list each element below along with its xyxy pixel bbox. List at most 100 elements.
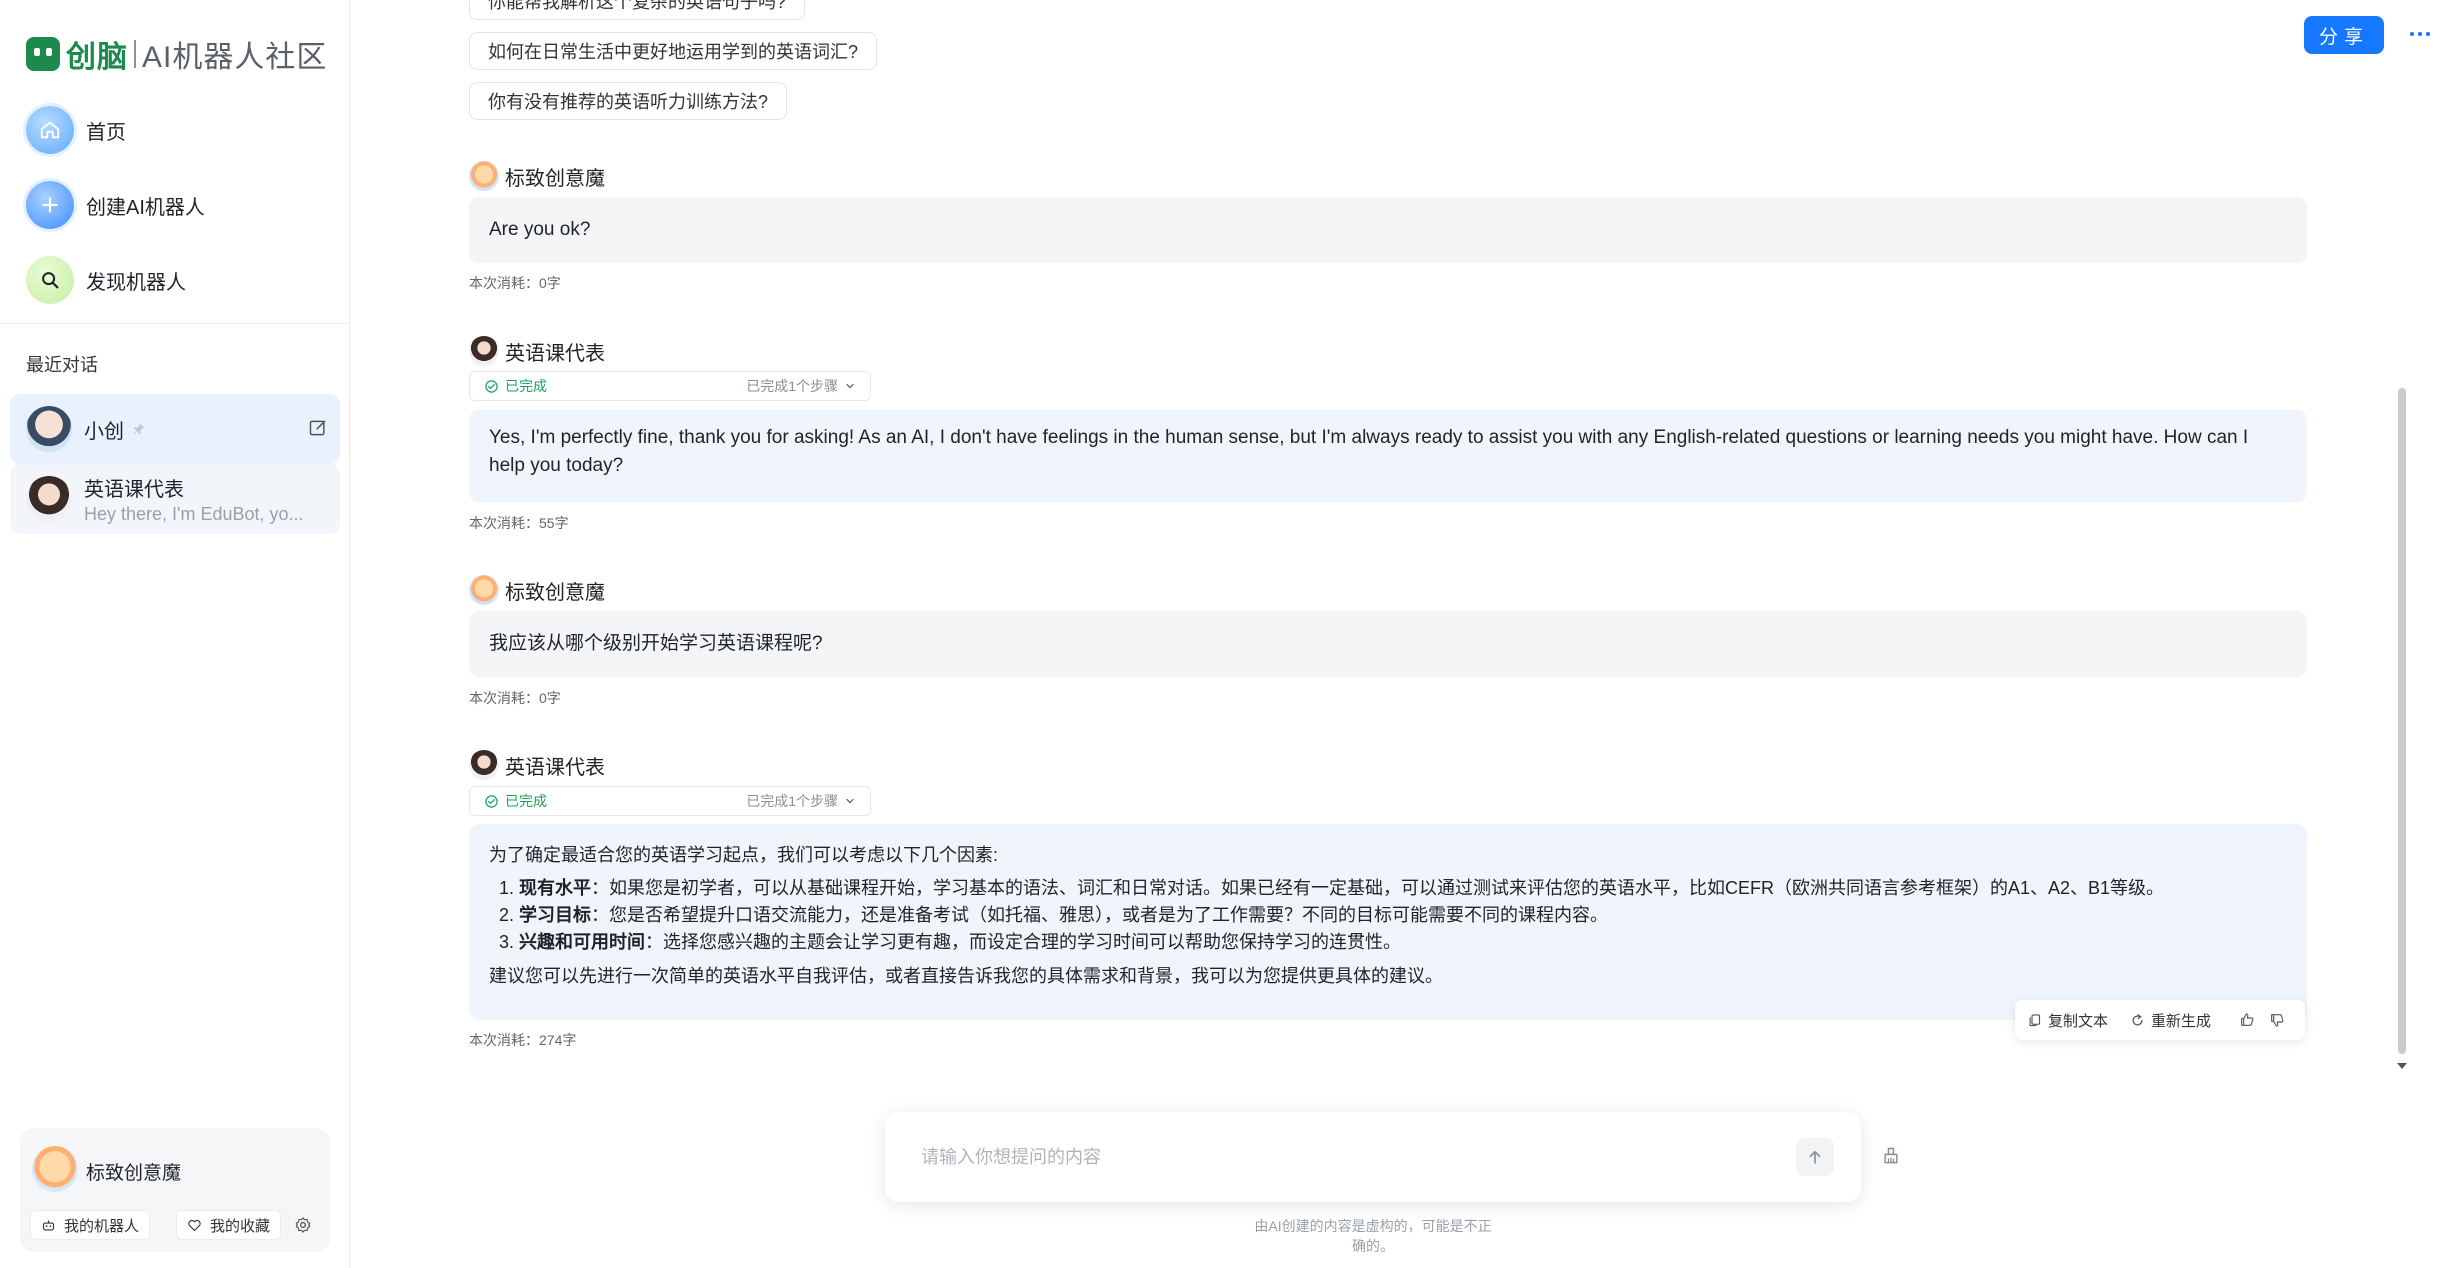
nav-home[interactable]: 首页 xyxy=(26,104,126,156)
nav-discover[interactable]: 发现机器人 xyxy=(26,254,186,306)
message-text: Are you ok? xyxy=(489,219,591,240)
user-card: 标致创意魔 我的机器人 我的收藏 xyxy=(20,1128,330,1252)
nav-create-bot[interactable]: 创建AI机器人 xyxy=(26,179,205,231)
chat-input-box xyxy=(885,1112,1861,1202)
status-done: 已完成 xyxy=(484,791,547,811)
item-text: ：您是否希望提升口语交流能力，还是准备考试（如托福、雅思），或者是为了工作需要？… xyxy=(591,905,1608,925)
step-status: 已完成 已完成1个步骤 xyxy=(469,786,871,816)
check-circle-icon xyxy=(485,794,498,808)
item-title: 兴趣和可用时间 xyxy=(519,932,645,952)
message-outro: 建议您可以先进行一次简单的英语水平自我评估，或者直接告诉我您的具体需求和背景，我… xyxy=(489,966,1443,986)
message-text: 我应该从哪个级别开始学习英语课程呢? xyxy=(489,633,823,654)
logo-divider xyxy=(134,40,136,68)
list-item: 学习目标：您是否希望提升口语交流能力，还是准备考试（如托福、雅思），或者是为了工… xyxy=(519,902,2287,929)
message-header: 英语课代表 xyxy=(469,749,605,781)
robot-logo-icon xyxy=(26,37,60,71)
app-logo[interactable]: 创脑 AI机器人社区 xyxy=(26,34,328,75)
regenerate-label: 重新生成 xyxy=(2151,1012,2212,1030)
copy-text-button[interactable]: 复制文本 xyxy=(2027,1010,2108,1031)
recent-chat-item[interactable]: 英语课代表 Hey there, I'm EduBot, yo... xyxy=(10,464,340,534)
send-button[interactable] xyxy=(1796,1138,1834,1176)
scrollbar-thumb[interactable] xyxy=(2398,388,2406,1054)
regenerate-button[interactable]: 重新生成 xyxy=(2130,1010,2211,1031)
sender-name: 标致创意魔 xyxy=(505,167,605,190)
user-message: 我应该从哪个级别开始学习英语课程呢? xyxy=(469,611,2307,677)
my-bots-button[interactable]: 我的机器人 xyxy=(30,1210,151,1240)
brand-tagline: AI机器人社区 xyxy=(142,41,328,74)
more-dot-icon xyxy=(2418,32,2422,36)
user-name: 标致创意魔 xyxy=(86,1163,182,1184)
item-text: ：如果您是初学者，可以从基础课程开始，学习基本的语法、词汇和日常对话。如果已经有… xyxy=(591,878,2165,898)
bot-message: Yes, I'm perfectly fine, thank you for a… xyxy=(469,410,2307,502)
step-status: 已完成 已完成1个步骤 xyxy=(469,371,871,401)
settings-button[interactable] xyxy=(290,1212,316,1238)
steps-toggle[interactable]: 已完成1个步骤 xyxy=(746,791,856,811)
avatar[interactable] xyxy=(32,1146,78,1192)
more-dot-icon xyxy=(2426,32,2430,36)
message-header: 标致创意魔 xyxy=(469,574,605,606)
sender-name: 英语课代表 xyxy=(505,756,605,779)
message-intro: 为了确定最适合您的英语学习起点，我们可以考虑以下几个因素: xyxy=(489,845,998,865)
suggested-question[interactable]: 你有没有推荐的英语听力训练方法? xyxy=(469,82,788,120)
check-circle-icon xyxy=(485,379,498,393)
steps-label: 已完成1个步骤 xyxy=(746,378,838,394)
thumbs-down-icon[interactable] xyxy=(2269,1012,2285,1028)
item-text: ：选择您感兴趣的主题会让学习更有趣，而设定合理的学习时间可以帮助您保持学习的连贯… xyxy=(645,932,1401,952)
usage-cost: 本次消耗：0字 xyxy=(469,690,561,706)
thumbs-up-icon[interactable] xyxy=(2239,1012,2255,1028)
item-title: 现有水平 xyxy=(519,878,591,898)
broom-icon[interactable] xyxy=(1881,1146,1901,1166)
edit-icon[interactable] xyxy=(308,418,328,438)
ai-disclaimer: 由AI创建的内容是虚构的，可能是不正确的。 xyxy=(1254,1218,1492,1254)
suggested-question[interactable]: 你能帮我解析这个复杂的英语句子吗? xyxy=(469,0,806,20)
message-header: 标致创意魔 xyxy=(469,160,605,192)
status-label: 已完成 xyxy=(505,793,547,809)
chat-name: 英语课代表 xyxy=(84,479,184,501)
chevron-down-icon xyxy=(846,383,854,389)
steps-toggle[interactable]: 已完成1个步骤 xyxy=(746,376,856,396)
more-options-button[interactable] xyxy=(2405,16,2435,52)
home-icon xyxy=(26,106,74,154)
suggested-question[interactable]: 如何在日常生活中更好地运用学到的英语词汇? xyxy=(469,32,878,70)
gear-icon xyxy=(295,1217,311,1233)
status-label: 已完成 xyxy=(505,378,547,394)
my-bots-label: 我的机器人 xyxy=(64,1217,140,1235)
sidebar-divider xyxy=(0,323,350,324)
my-favorites-button[interactable]: 我的收藏 xyxy=(176,1210,282,1240)
copy-icon xyxy=(2029,1013,2041,1026)
bot-message: 为了确定最适合您的英语学习起点，我们可以考虑以下几个因素: 现有水平：如果您是初… xyxy=(469,824,2307,1020)
more-dot-icon xyxy=(2410,32,2414,36)
my-favorites-label: 我的收藏 xyxy=(210,1217,271,1235)
chat-input[interactable] xyxy=(921,1140,1741,1174)
heart-icon xyxy=(188,1219,201,1231)
scroll-down-icon[interactable] xyxy=(2395,1060,2409,1072)
steps-label: 已完成1个步骤 xyxy=(746,793,838,809)
nav-create-label: 创建AI机器人 xyxy=(86,196,205,219)
avatar xyxy=(469,750,499,780)
avatar xyxy=(469,336,499,366)
user-message: Are you ok? xyxy=(469,197,2307,263)
plus-icon xyxy=(26,181,74,229)
avatar xyxy=(26,406,72,452)
chat-main: 你能帮我解析这个复杂的英语句子吗? 如何在日常生活中更好地运用学到的英语词汇? … xyxy=(351,0,2442,1268)
avatar xyxy=(26,476,72,522)
message-header: 英语课代表 xyxy=(469,335,605,367)
robot-icon xyxy=(42,1220,55,1230)
refresh-icon xyxy=(2132,1013,2143,1025)
recent-chat-item[interactable]: 小创 xyxy=(10,394,340,464)
pin-icon[interactable] xyxy=(132,422,146,436)
item-title: 学习目标 xyxy=(519,905,591,925)
sender-name: 标致创意魔 xyxy=(505,581,605,604)
share-button[interactable]: 分享 xyxy=(2304,16,2384,54)
usage-cost: 本次消耗：0字 xyxy=(469,275,561,291)
status-done: 已完成 xyxy=(484,376,547,396)
nav-home-label: 首页 xyxy=(86,121,126,144)
chat-name: 小创 xyxy=(84,420,124,443)
list-item: 现有水平：如果您是初学者，可以从基础课程开始，学习基本的语法、词汇和日常对话。如… xyxy=(519,875,2287,902)
nav-discover-label: 发现机器人 xyxy=(86,271,186,294)
usage-cost: 本次消耗：55字 xyxy=(469,515,569,531)
arrow-up-icon xyxy=(1809,1150,1821,1164)
avatar xyxy=(469,575,499,605)
list-item: 兴趣和可用时间：选择您感兴趣的主题会让学习更有趣，而设定合理的学习时间可以帮助您… xyxy=(519,929,2287,956)
chevron-down-icon xyxy=(846,798,854,804)
